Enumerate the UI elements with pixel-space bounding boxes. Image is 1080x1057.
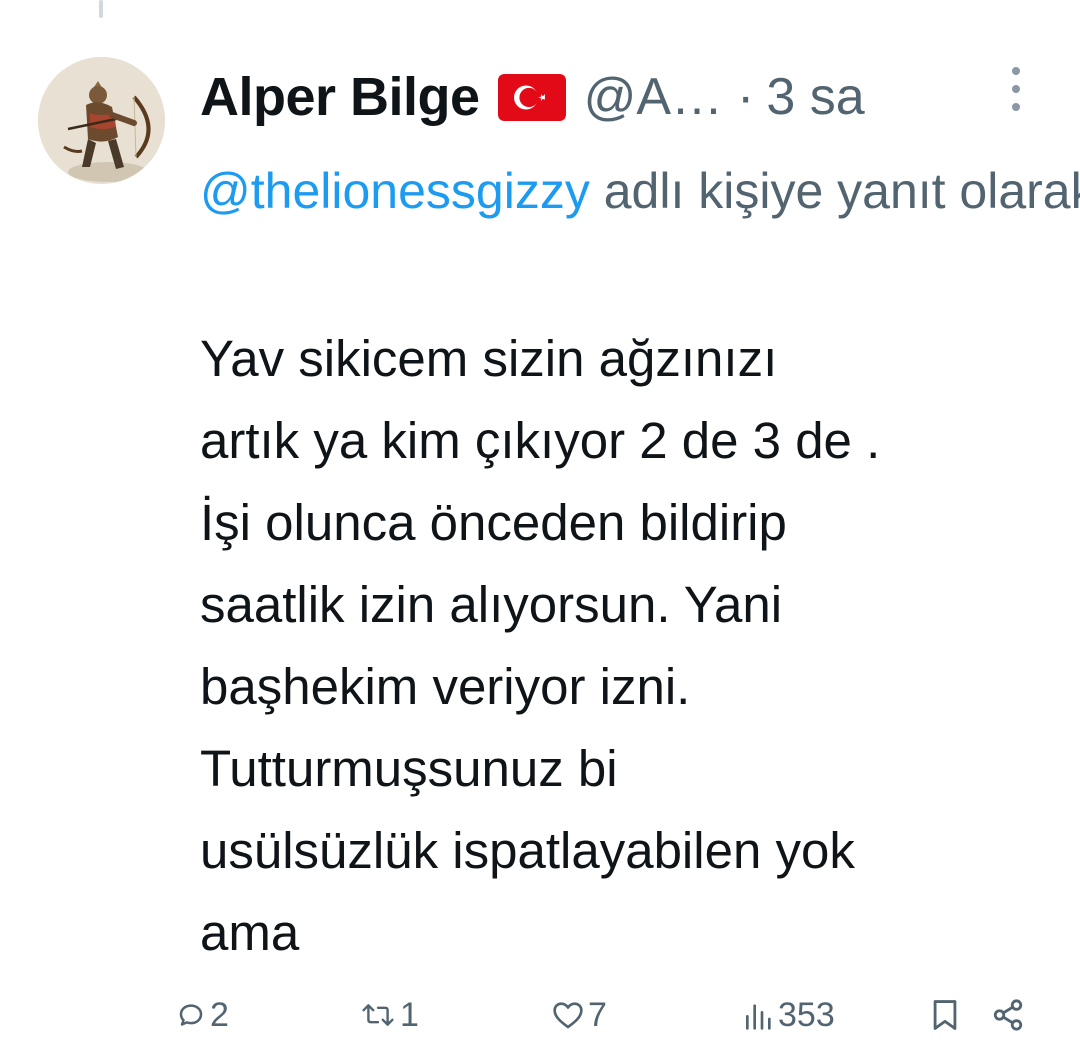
- tweet-text-line: İşi olunca önceden bildirip: [200, 494, 787, 551]
- reply-count: 2: [210, 995, 229, 1034]
- reply-mention-link[interactable]: @thelionessgizzy: [200, 163, 590, 219]
- archer-avatar-image: [38, 57, 165, 184]
- tweet-text: Yav sikicem sizin ağzınızı artık ya kim …: [200, 318, 1070, 974]
- tweet-text-line: saatlik izin alıyorsun. Yani: [200, 576, 783, 633]
- share-icon: [993, 999, 1023, 1031]
- bookmark-icon: [933, 1000, 957, 1030]
- reply-context-suffix: adlı kişiye yanıt olarak: [589, 163, 1080, 219]
- like-count: 7: [588, 995, 607, 1034]
- like-button[interactable]: 7: [552, 985, 607, 1045]
- tweet-text-line: başhekim veriyor izni.: [200, 658, 691, 715]
- reply-context: @thelionessgizzy adlı kişiye yanıt olara…: [200, 150, 1080, 232]
- views-icon: [746, 1004, 771, 1030]
- tweet-actions: 2 1 7 353: [0, 985, 1080, 1045]
- tweet-header: Alper Bilge @A… · 3 sa: [200, 62, 865, 132]
- thread-line: [99, 0, 103, 18]
- heart-icon: [553, 1002, 583, 1029]
- share-button[interactable]: [990, 985, 1026, 1045]
- avatar[interactable]: [38, 57, 165, 184]
- bookmark-button[interactable]: [930, 985, 960, 1045]
- views-button[interactable]: 353: [742, 985, 835, 1045]
- retweet-icon: [362, 1004, 394, 1026]
- views-count: 353: [778, 995, 835, 1034]
- tweet-text-line: Yav sikicem sizin ağzınızı: [200, 330, 778, 387]
- tweet-text-line: artık ya kim çıkıyor 2 de 3 de .: [200, 412, 881, 469]
- turkey-flag-icon: [497, 73, 566, 121]
- reply-button[interactable]: 2: [176, 985, 229, 1045]
- tweet-timestamp[interactable]: 3 sa: [766, 67, 864, 127]
- author-handle[interactable]: @A…: [584, 67, 723, 127]
- tweet-text-line: ama: [200, 904, 300, 961]
- reply-icon: [179, 1004, 203, 1026]
- retweet-button[interactable]: 1: [360, 985, 419, 1045]
- more-options-icon[interactable]: [1002, 67, 1030, 111]
- retweet-count: 1: [400, 995, 419, 1034]
- header-separator: ·: [737, 68, 755, 126]
- tweet-text-line: Tutturmuşsunuz bi: [200, 740, 618, 797]
- tweet-text-line: usülsüzlük ispatlayabilen yok: [200, 822, 855, 879]
- author-display-name[interactable]: Alper Bilge: [200, 66, 480, 128]
